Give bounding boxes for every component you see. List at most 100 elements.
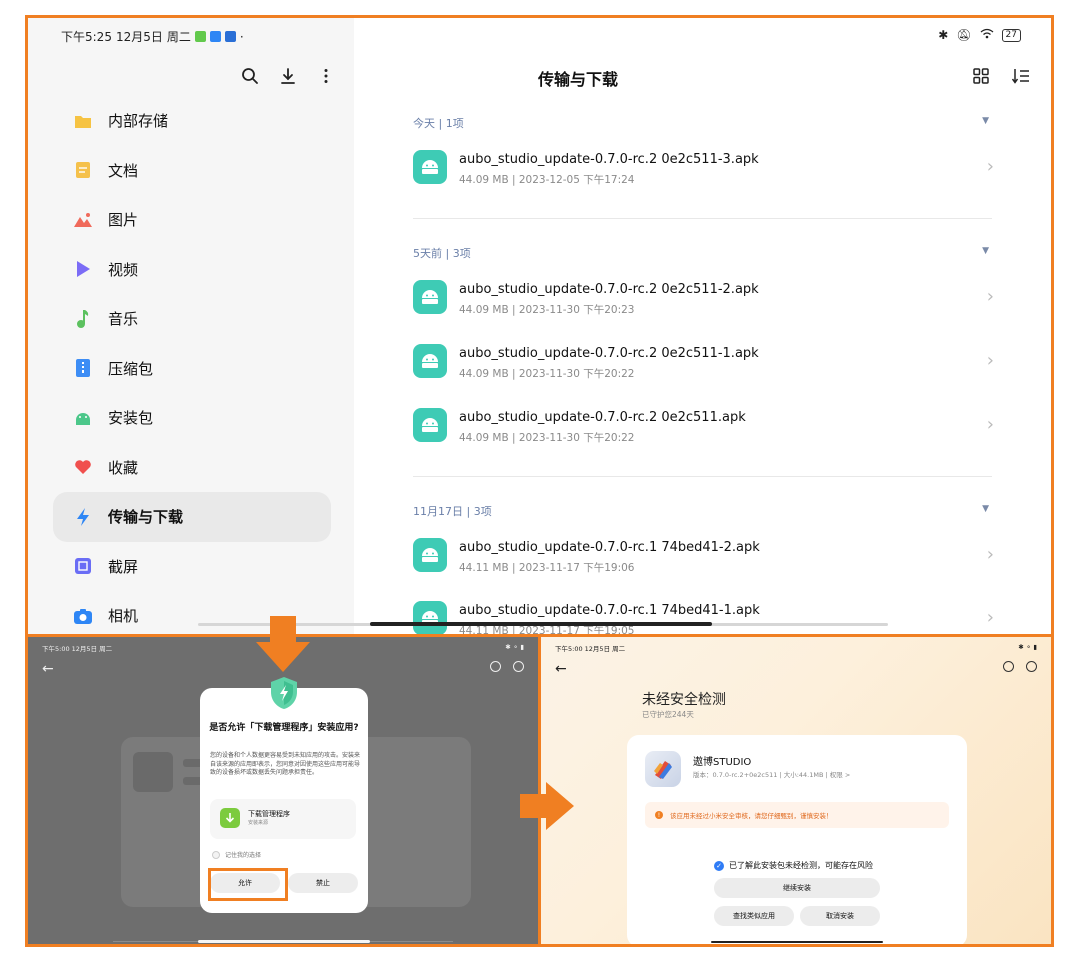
sidebar-item-screenshots[interactable]: 截屏 [53,542,331,592]
collapse-caret-icon[interactable]: ▼ [982,246,989,256]
group-header: 今天 | 1项 [413,117,464,130]
download-app-icon [194,31,206,42]
back-arrow-icon[interactable]: ← [555,661,567,677]
video-icon [73,259,93,279]
chevron-right-icon: › [986,350,994,371]
sidebar-item-images[interactable]: 图片 [53,195,331,245]
shield-icon[interactable] [490,661,501,672]
file-name: aubo_studio_update-0.7.0-rc.2 0e2c511-1.… [459,346,759,361]
mute-icon: 🔕︎ [956,28,972,42]
home-indicator[interactable] [198,940,370,943]
file-row[interactable]: aubo_studio_update-0.7.0-rc.2 0e2c511-3.… [413,150,1008,200]
remember-choice-checkbox[interactable]: 记住我的选择 [212,850,261,859]
sidebar-item-transfers[interactable]: 传输与下载 [53,492,331,542]
sidebar-toolbar [240,66,336,86]
back-arrow-icon[interactable]: ← [42,661,54,677]
status-date: 12月5日 [115,30,163,44]
security-title: 未经安全检测 [642,692,726,708]
collapse-caret-icon[interactable]: ▼ [982,504,989,514]
dialog-title: 是否允许「下载管理程序」安装应用? [209,723,359,733]
collapse-caret-icon[interactable]: ▼ [982,116,989,126]
sidebar-item-music[interactable]: 音乐 [53,294,331,344]
deny-button[interactable]: 禁止 [288,873,358,893]
sidebar-item-label: 相机 [108,607,139,626]
status-bar-left: 下午5:25 12月5日 周二 · [61,28,244,45]
status-time: 下午5:00 12月5日 周二 [555,645,626,653]
shield-icon[interactable] [1003,661,1014,672]
chevron-right-icon: › [986,156,994,177]
app-logo-icon [645,751,681,787]
sidebar-item-label: 内部存储 [108,112,169,131]
security-subtitle: 已守护您244天 [642,710,694,719]
group-header: 5天前 | 3项 [413,247,471,260]
risk-acknowledge-checkbox[interactable]: ✓ 已了解此安装包未经检测，可能存在风险 [714,860,873,871]
file-row[interactable]: aubo_studio_update-0.7.0-rc.1 74bed41-2.… [413,538,1008,588]
sidebar-item-documents[interactable]: 文档 [53,146,331,196]
chevron-right-icon: › [986,607,994,628]
continue-install-button[interactable]: 继续安装 [714,878,880,898]
checkbox-icon [212,850,220,859]
search-icon[interactable] [240,66,260,86]
file-row[interactable]: aubo_studio_update-0.7.0-rc.2 0e2c511-1.… [413,344,1008,394]
remember-label: 记住我的选择 [225,852,262,859]
transfer-app-icon [224,31,236,42]
find-similar-button[interactable]: 查找类似应用 [714,906,794,926]
file-meta: 44.11 MB | 2023-11-17 下午19:06 [459,562,635,574]
image-icon [73,210,93,230]
android-icon [413,408,447,442]
archive-icon [73,358,93,378]
camera-icon [73,606,93,626]
warning-icon: ! [655,811,663,819]
sidebar-list: 内部存储 文档 图片 视频 音乐 压缩包 安装包 收藏 传输与下载 截屏 相机 [53,96,331,634]
sidebar-item-favorites[interactable]: 收藏 [53,443,331,493]
sidebar-item-archives[interactable]: 压缩包 [53,344,331,394]
dialog-body: 您的设备和个人数据更容易受到未知应用的攻击。安装来自该来源的应用即表示，您同意对… [210,752,361,776]
sidebar-item-label: 传输与下载 [108,508,184,527]
sidebar-item-internal-storage[interactable]: 内部存储 [53,96,331,146]
file-meta: 44.09 MB | 2023-11-30 下午20:22 [459,432,635,444]
file-manager-screen: 下午5:25 12月5日 周二 · 内部存储 文档 图片 视频 音乐 压缩包 安… [25,15,1054,637]
sidebar-item-packages[interactable]: 安装包 [53,393,331,443]
more-dot-icon: · [239,29,244,44]
more-vertical-icon[interactable] [316,66,336,86]
download-icon[interactable] [278,66,298,86]
top-icons [490,661,524,672]
risk-acknowledge-label: 已了解此安装包未经检测，可能存在风险 [729,861,873,870]
chevron-right-icon: › [986,414,994,435]
file-row[interactable]: aubo_studio_update-0.7.0-rc.2 0e2c511.ap… [413,408,1008,458]
screenshot-icon [73,556,93,576]
sidebar-item-label: 收藏 [108,458,139,477]
app-version-info[interactable]: 版本：0.7.0-rc.2+0e2c511 | 大小:44.1MB | 权限 > [693,769,850,779]
file-row[interactable]: aubo_studio_update-0.7.0-rc.2 0e2c511-2.… [413,280,1008,330]
file-name: aubo_studio_update-0.7.0-rc.2 0e2c511.ap… [459,410,746,425]
sidebar-item-label: 压缩包 [108,359,154,378]
android-icon [413,150,447,184]
android-icon [413,280,447,314]
page-title: 传输与下载 [537,70,618,89]
heart-icon [73,457,93,477]
settings-icon[interactable] [1026,661,1037,672]
transfer-icon [73,507,93,527]
source-app-name: 下载管理程序 [248,810,290,818]
sidebar: 下午5:25 12月5日 周二 · 内部存储 文档 图片 视频 音乐 压缩包 安… [28,18,354,634]
status-time: 下午5:00 12月5日 周二 [42,645,113,653]
main-toolbar [971,66,1031,86]
status-time: 下午5:25 [61,30,112,44]
warning-text: 该应用未经过小米安全审核，请您仔细甄别，谨慎安装！ [670,812,833,820]
cancel-install-button[interactable]: 取消安装 [800,906,880,926]
sidebar-item-videos[interactable]: 视频 [53,245,331,295]
sidebar-item-label: 图片 [108,211,139,230]
source-app-sub: 安装来源 [248,820,269,826]
app-info-card: 遨博STUDIO 版本：0.7.0-rc.2+0e2c511 | 大小:44.1… [627,735,967,944]
grid-view-icon[interactable] [971,66,991,86]
home-indicator[interactable] [370,622,712,626]
status-icons: ✱ ⚬ ▮ [505,643,524,651]
sidebar-item-label: 安装包 [108,409,154,428]
arrow-right-icon [520,782,574,830]
file-row[interactable]: aubo_studio_update-0.7.0-rc.1 74bed41-1.… [413,601,1008,634]
settings-icon[interactable] [513,661,524,672]
sort-icon[interactable] [1011,66,1031,86]
home-indicator[interactable] [711,941,883,943]
allow-highlight-box [208,868,288,901]
android-icon [413,601,447,634]
